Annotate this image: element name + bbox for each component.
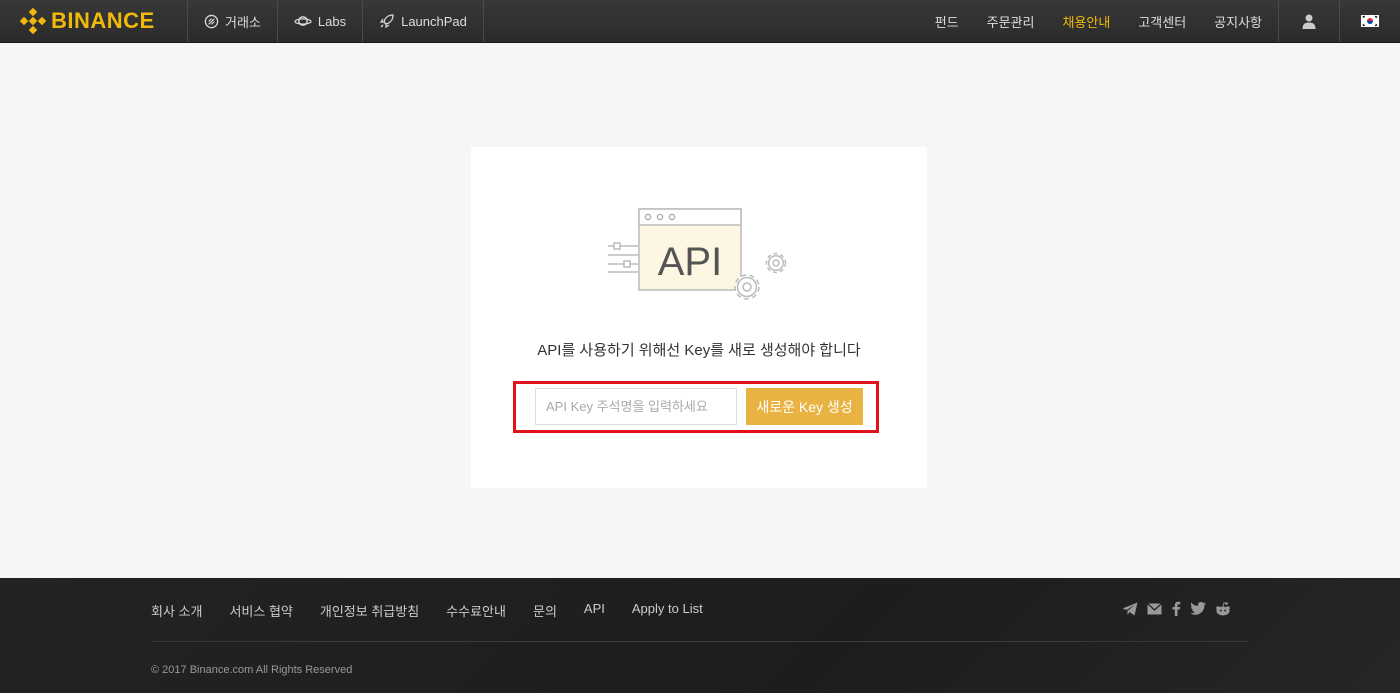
korea-flag-icon: [1361, 15, 1379, 27]
api-key-label-input[interactable]: [535, 388, 737, 425]
copyright-text: © 2017 Binance.com All Rights Reserved: [151, 664, 353, 676]
nav-item-orders[interactable]: 주문관리: [973, 0, 1049, 42]
nav-item-label: 거래소: [225, 14, 261, 30]
footer-divider: [151, 641, 1247, 642]
telegram-link[interactable]: [1122, 601, 1138, 616]
nav-item-fund[interactable]: 펀드: [921, 0, 973, 42]
footer-link-contact[interactable]: 문의: [533, 601, 557, 620]
nav-item-label: 공지사항: [1214, 14, 1262, 30]
nav-item-support[interactable]: 고객센터: [1124, 0, 1200, 42]
footer-link-terms[interactable]: 서비스 협약: [229, 601, 292, 620]
facebook-icon: [1172, 601, 1181, 616]
nav-item-label: 채용안내: [1062, 14, 1111, 30]
nav-item-label: 펀드: [934, 14, 959, 30]
binance-diamond-icon: [20, 8, 46, 34]
user-menu-button[interactable]: [1278, 0, 1339, 42]
footer-link-fees[interactable]: 수수료안내: [446, 601, 506, 620]
nav-item-launchpad[interactable]: LaunchPad: [363, 0, 484, 42]
twitter-icon: [1190, 602, 1206, 615]
api-instruction-text: API를 사용하기 위해선 Key를 새로 생성해야 합니다: [537, 342, 861, 359]
logo-text: BINANCE: [51, 8, 155, 33]
telegram-icon: [1122, 602, 1138, 615]
footer-link-privacy[interactable]: 개인정보 취급방침: [320, 601, 419, 620]
binance-logo[interactable]: BINANCE: [0, 0, 188, 42]
user-icon: [1302, 14, 1316, 29]
illustration-api-text: API: [658, 240, 722, 284]
nav-item-label: 주문관리: [986, 14, 1035, 30]
twitter-link[interactable]: [1190, 601, 1206, 616]
nav-left: 거래소 Labs LaunchPad: [188, 0, 484, 42]
language-selector[interactable]: [1339, 0, 1400, 42]
api-illustration: API: [608, 208, 787, 300]
rocket-icon: [379, 14, 394, 29]
mail-icon: [1147, 602, 1162, 614]
mail-link[interactable]: [1147, 601, 1162, 616]
nav-item-notices[interactable]: 공지사항: [1200, 0, 1278, 42]
facebook-link[interactable]: [1171, 601, 1181, 616]
social-links: [1122, 601, 1240, 616]
top-navbar: BINANCE 거래소 Labs LaunchPad 펀드 주문관리 채용안내 …: [0, 0, 1400, 43]
footer: 회사 소개 서비스 협약 개인정보 취급방침 수수료안내 문의 API Appl…: [0, 578, 1400, 693]
api-key-card: API API를 사용하기 위해선 Key를 새로 생성해야 합니다 새로운 K…: [471, 147, 927, 488]
reddit-icon: [1216, 601, 1230, 615]
footer-link-apply-to-list[interactable]: Apply to List: [632, 601, 703, 620]
nav-item-label: LaunchPad: [401, 13, 467, 29]
create-new-key-button[interactable]: 새로운 Key 생성: [746, 388, 863, 425]
nav-item-label: Labs: [317, 13, 347, 29]
footer-link-api[interactable]: API: [584, 601, 605, 620]
nav-item-labs[interactable]: Labs: [278, 0, 364, 42]
planet-icon: [294, 16, 312, 26]
nav-item-label: 고객센터: [1138, 14, 1187, 30]
footer-links: 회사 소개 서비스 협약 개인정보 취급방침 수수료안내 문의 API Appl…: [151, 601, 730, 620]
nav-item-exchange[interactable]: 거래소: [188, 0, 278, 42]
nav-right: 펀드 주문관리 채용안내 고객센터 공지사항: [921, 0, 1400, 42]
exchange-icon: [204, 14, 219, 28]
nav-item-careers[interactable]: 채용안내: [1048, 0, 1124, 42]
footer-link-about[interactable]: 회사 소개: [151, 601, 202, 620]
reddit-link[interactable]: [1215, 601, 1231, 616]
